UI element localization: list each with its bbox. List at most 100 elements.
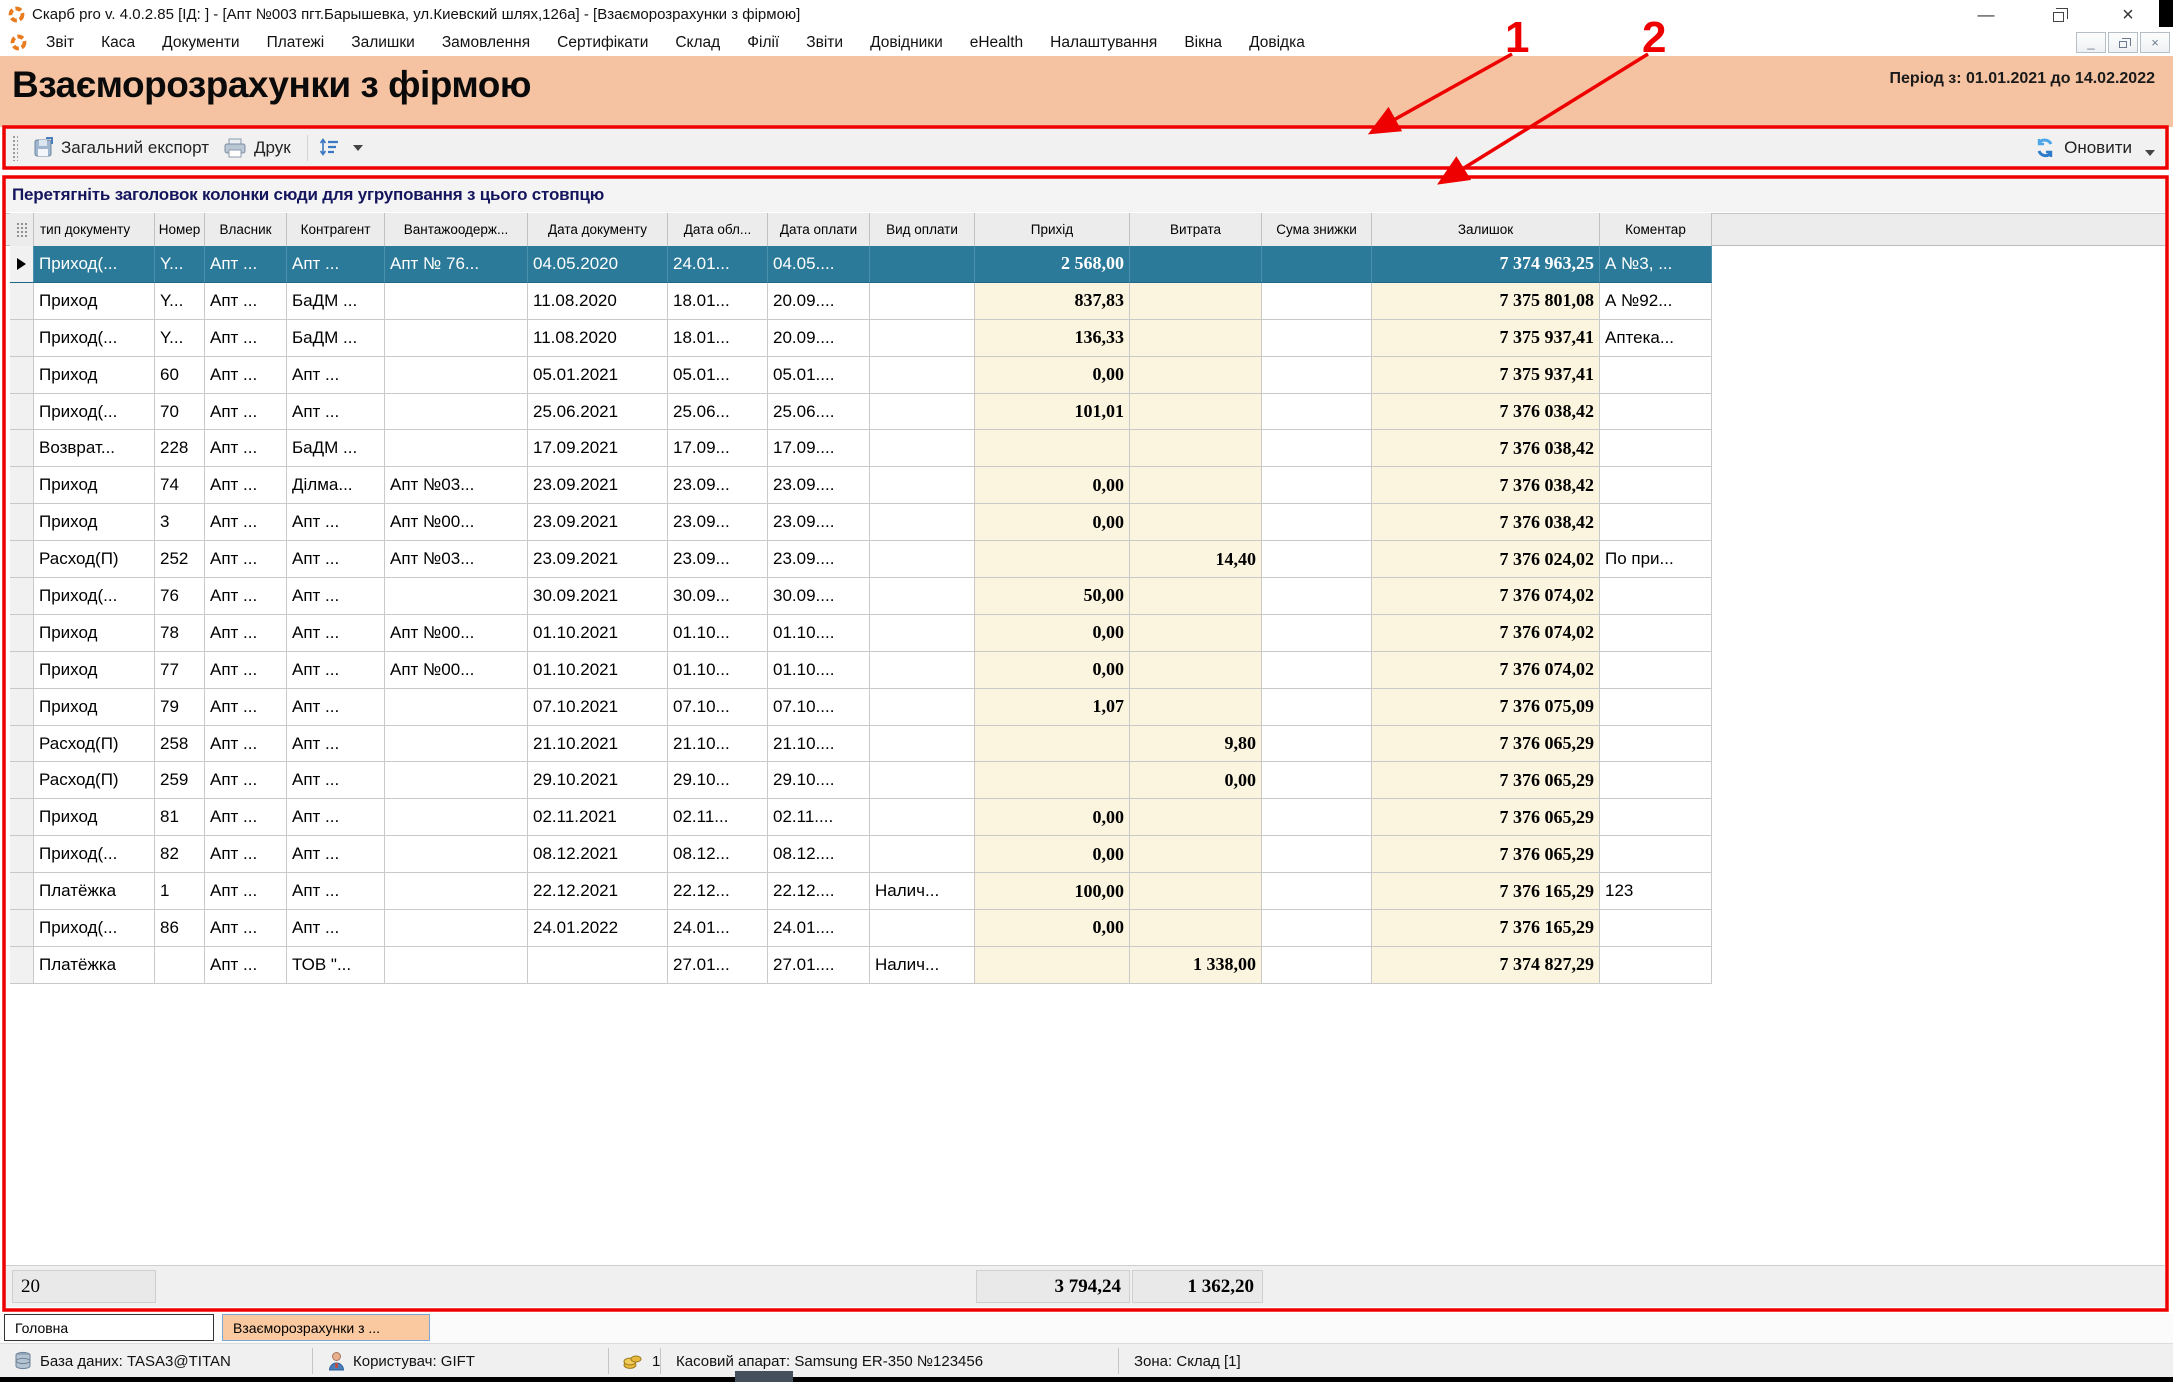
grid-row[interactable]: Приход(...Y...Апт ...БаДМ ...11.08.20201… [10,320,1712,357]
column-visibility-button[interactable] [314,138,373,158]
row-indicator-cell[interactable] [10,873,34,910]
row-indicator-cell[interactable] [10,578,34,615]
grid-cell[interactable] [385,689,528,726]
menu-item-5[interactable]: Залишки [351,34,415,52]
grid-row[interactable]: Приход78Апт ...Апт ...Апт №00...01.10.20… [10,615,1712,652]
grid-cell[interactable]: Приход(... [34,394,155,431]
grid-cell[interactable]: 18.01... [668,283,768,320]
grid-cell[interactable]: Приход(... [34,320,155,357]
grid-cell[interactable]: 29.10... [668,762,768,799]
grid-cell[interactable]: Апт №03... [385,541,528,578]
grid-cell[interactable]: 0,00 [975,357,1130,394]
grid-cell[interactable]: 7 376 065,29 [1372,726,1600,763]
group-by-panel[interactable]: Перетягніть заголовок колонки сюди для у… [4,178,2169,212]
grid-cell[interactable] [1262,615,1372,652]
grid-cell[interactable]: Приход(... [34,910,155,947]
mdi-restore-button[interactable] [2108,32,2138,53]
grid-cell[interactable]: 0,00 [1130,762,1262,799]
grid-cell[interactable]: Апт ... [205,430,287,467]
grid-cell[interactable] [1600,652,1712,689]
grid-cell[interactable]: 05.01... [668,357,768,394]
grid-cell[interactable] [1600,578,1712,615]
grid-cell[interactable]: Приход [34,652,155,689]
grid-cell[interactable] [1262,320,1372,357]
grid-cell[interactable]: Апт ... [205,652,287,689]
row-indicator-cell[interactable] [10,910,34,947]
grid-cell[interactable]: 100,00 [975,873,1130,910]
grid-cell[interactable] [1600,910,1712,947]
grid-row[interactable]: Приход(...82Апт ...Апт ...08.12.202108.1… [10,836,1712,873]
grid-cell[interactable]: 20.09.... [768,320,870,357]
export-button[interactable]: Загальний експорт [28,137,219,159]
grid-cell[interactable] [1130,910,1262,947]
grid-cell[interactable]: 01.10.2021 [528,652,668,689]
menu-item-14[interactable]: Вікна [1184,34,1222,52]
grid-cell[interactable] [155,947,205,984]
grid-cell[interactable] [385,726,528,763]
grid-cell[interactable]: 24.01... [668,246,768,283]
grid-cell[interactable] [1262,762,1372,799]
grid-cell[interactable] [1600,467,1712,504]
grid-cell[interactable] [1262,430,1372,467]
grid-cell[interactable]: Ділма... [287,467,385,504]
grid-cell[interactable]: Y... [155,283,205,320]
grid-header-cell[interactable]: Прихід [975,213,1130,246]
grid-cell[interactable]: Апт №00... [385,652,528,689]
grid-cell[interactable]: Апт ... [205,762,287,799]
grid-cell[interactable]: 7 375 937,41 [1372,357,1600,394]
grid-cell[interactable] [1600,836,1712,873]
grid-cell[interactable] [870,762,975,799]
grid-cell[interactable] [1262,467,1372,504]
row-indicator-cell[interactable] [10,541,34,578]
menu-item-11[interactable]: Довідники [870,34,943,52]
grid-cell[interactable]: Апт ... [287,541,385,578]
grid-cell[interactable]: БаДМ ... [287,430,385,467]
grid-cell[interactable]: 30.09.... [768,578,870,615]
grid-cell[interactable]: 7 375 801,08 [1372,283,1600,320]
refresh-button[interactable]: Оновити [2033,137,2155,159]
grid-row[interactable]: Приход(...76Апт ...Апт ...30.09.202130.0… [10,578,1712,615]
grid-cell[interactable]: 27.01.... [768,947,870,984]
grid-cell[interactable]: 25.06.... [768,394,870,431]
grid-cell[interactable]: 05.01.... [768,357,870,394]
grid-header-cell[interactable]: Дата обл... [668,213,768,246]
grid-cell[interactable]: 0,00 [975,504,1130,541]
menu-item-7[interactable]: Сертифікати [557,34,648,52]
grid-cell[interactable]: Приход [34,504,155,541]
grid-cell[interactable]: Апт ... [205,910,287,947]
grid-cell[interactable]: Возврат... [34,430,155,467]
grid-cell[interactable]: 837,83 [975,283,1130,320]
grid-cell[interactable] [1262,836,1372,873]
grid-cell[interactable]: Апт ... [205,873,287,910]
grid-cell[interactable]: Апт №00... [385,504,528,541]
grid-cell[interactable]: 07.10.2021 [528,689,668,726]
grid-cell[interactable] [1130,394,1262,431]
tab-settlements[interactable]: Взаєморозрахунки з ... [222,1314,430,1341]
grid-cell[interactable]: Платёжка [34,873,155,910]
grid-cell[interactable]: Апт ... [287,652,385,689]
grid-cell[interactable]: 0,00 [975,467,1130,504]
grid-cell[interactable]: 02.11... [668,799,768,836]
grid-cell[interactable] [1130,652,1262,689]
grid-cell[interactable] [870,910,975,947]
grid-cell[interactable] [385,283,528,320]
grid-cell[interactable] [1600,762,1712,799]
grid-row[interactable]: Приход(...70Апт ...Апт ...25.06.202125.0… [10,394,1712,431]
grid-cell[interactable]: 0,00 [975,910,1130,947]
grid-cell[interactable]: А №3, ... [1600,246,1712,283]
grid-cell[interactable]: Приход(... [34,578,155,615]
row-indicator-cell[interactable] [10,430,34,467]
grid-cell[interactable] [1262,283,1372,320]
grid-header-cell[interactable]: Контрагент [287,213,385,246]
grid-header-cell[interactable]: Вантажоодерж... [385,213,528,246]
grid-cell[interactable] [870,836,975,873]
grid-cell[interactable] [870,799,975,836]
row-indicator-cell[interactable] [10,320,34,357]
grid-cell[interactable]: 76 [155,578,205,615]
mdi-close-button[interactable]: × [2140,32,2170,53]
grid-cell[interactable] [1600,357,1712,394]
menu-item-2[interactable]: Каса [101,34,135,52]
grid-cell[interactable]: 17.09... [668,430,768,467]
grid-cell[interactable]: Апт ... [287,836,385,873]
grid-cell[interactable] [528,947,668,984]
